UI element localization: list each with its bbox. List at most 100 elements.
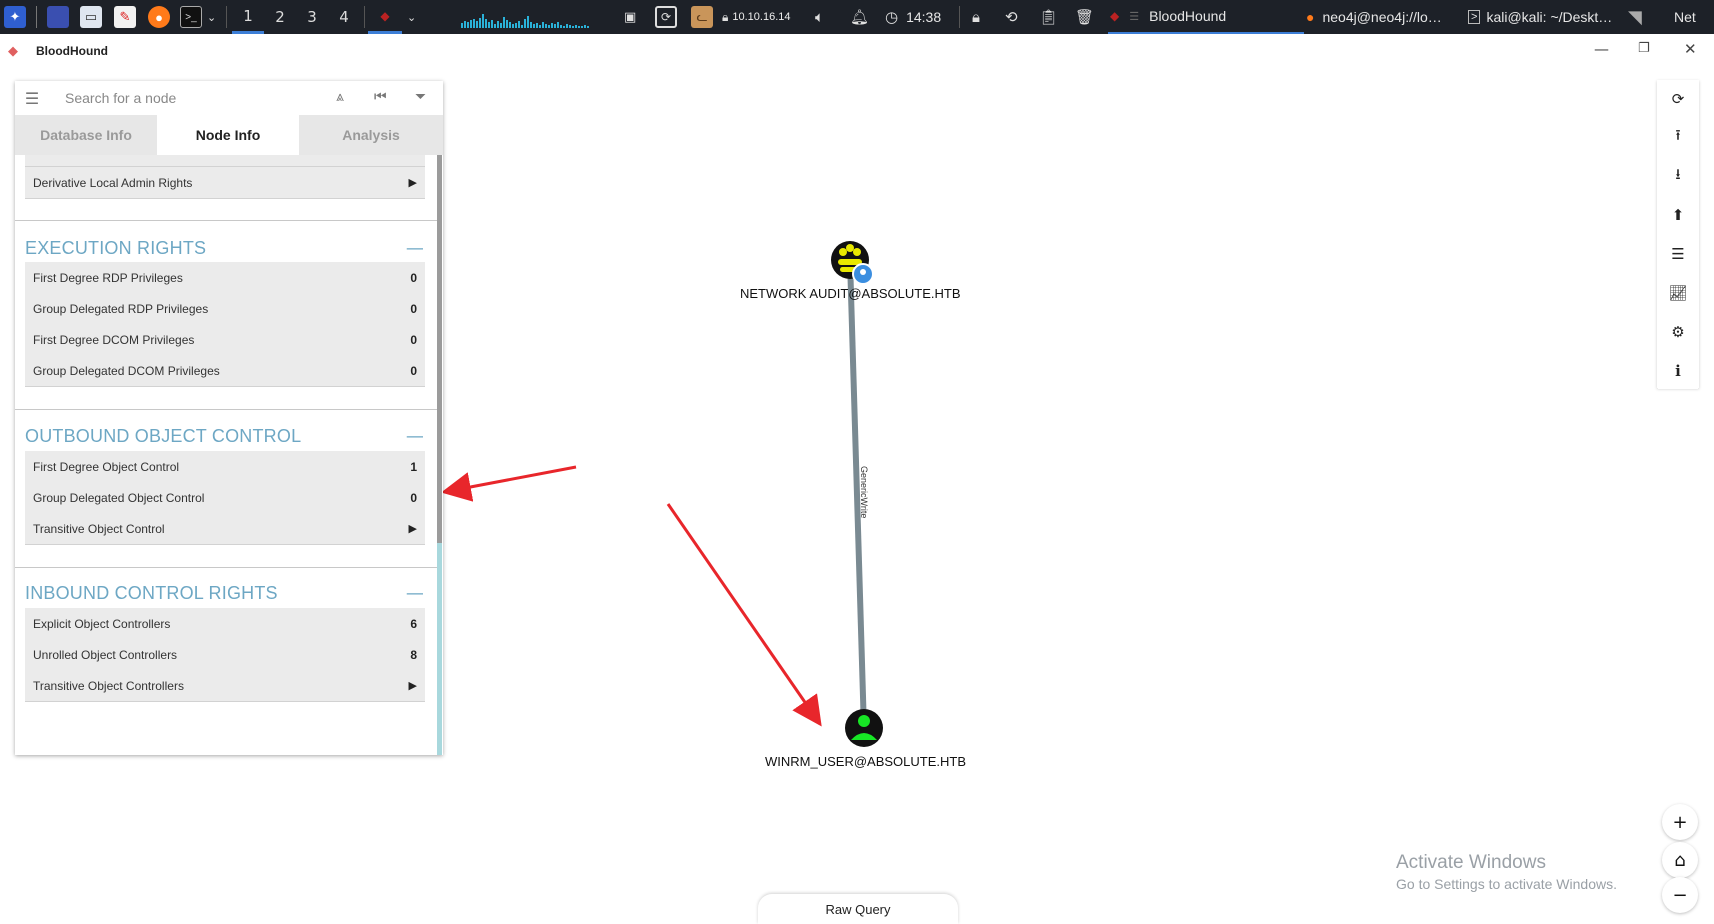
user-node-winrm-user[interactable] [845, 709, 883, 747]
minimize-icon[interactable]: — [1594, 40, 1609, 58]
download-icon[interactable]: ⭳ [1658, 158, 1698, 194]
menu-icon[interactable]: ☰ [15, 89, 49, 108]
search-bar: ☰ ⩓ ⏮︎ ⏷ [15, 81, 443, 115]
window-title: BloodHound [1149, 8, 1227, 24]
row-transitive-object-controllers[interactable]: Transitive Object Controllers ▶ [25, 670, 425, 702]
scrollbar-thumb[interactable] [437, 155, 442, 543]
notification-bell-icon[interactable]: 🔔︎ [850, 0, 869, 34]
chart-icon[interactable]: 📈︎ [1658, 275, 1698, 311]
filter-icon[interactable]: ⏷ [415, 89, 426, 105]
text-editor-icon: ✎ [114, 6, 136, 28]
edge-label-genericwrite[interactable]: GenericWrite [859, 466, 869, 518]
lock-small-icon: 🔒︎ [722, 9, 729, 24]
row-explicit-object-controllers[interactable]: Explicit Object Controllers 6 [25, 608, 425, 640]
watermark-line-2: Go to Settings to activate Windows. [1396, 876, 1617, 892]
row-first-degree-rdp[interactable]: First Degree RDP Privileges 0 [25, 262, 425, 294]
taskbar: ✦ ▭ ✎ ● >_ ⌄ 1 2 3 4 ◆ ⌄ ▣ ⟳ ᓚ 🔒︎ 10.10.… [0, 0, 1714, 34]
row-group-delegated-object-control[interactable]: Group Delegated Object Control 0 [25, 482, 425, 514]
wifi-off-icon: ◥ [1628, 6, 1642, 28]
wifi-indicator[interactable]: ◥ [1628, 0, 1642, 34]
taskbar-window-bloodhound[interactable]: ◆ ☰ BloodHound [1108, 0, 1304, 34]
show-desktop-button[interactable] [47, 0, 69, 34]
terminal-icon: >_ [180, 6, 202, 28]
firefox-launcher[interactable]: ● [148, 0, 170, 34]
close-icon[interactable]: ✕ [1684, 40, 1697, 58]
row-label: Transitive Object Controllers [33, 678, 184, 693]
row-group-delegated-rdp[interactable]: Group Delegated RDP Privileges 0 [25, 293, 425, 325]
update-button[interactable]: ⟳ [655, 0, 677, 34]
vpn-ip: 10.10.16.14 [732, 11, 791, 23]
desktop-icon [47, 6, 69, 28]
lock-screen-icon[interactable]: 🔒︎ [972, 0, 980, 34]
cat-app-launcher[interactable]: ᓚ [691, 0, 713, 34]
row-unrolled-object-controllers[interactable]: Unrolled Object Controllers 8 [25, 639, 425, 671]
settings-icon[interactable]: ⚙︎ [1658, 314, 1698, 350]
restore-icon[interactable]: ❐ [1638, 41, 1650, 56]
upload-icon[interactable]: ⭱ [1658, 119, 1698, 155]
terminal-launcher[interactable]: >_ [180, 0, 202, 34]
workspace-dropdown-icon[interactable]: ⌄ [407, 0, 416, 34]
workspace-3[interactable]: 3 [296, 0, 328, 34]
launcher-dropdown-icon[interactable]: ⌄ [207, 0, 216, 34]
back-icon[interactable]: ⏮︎ [374, 89, 387, 105]
trash-icon[interactable]: 🗑︎ [1075, 0, 1094, 34]
tab-analysis[interactable]: Analysis [299, 115, 443, 155]
row-derivative-local-admin[interactable]: Derivative Local Admin Rights ▶ [25, 167, 425, 199]
raw-query-toggle[interactable]: Raw Query [758, 894, 958, 924]
pathfinding-icon[interactable]: ⩓ [336, 89, 344, 105]
bloodhound-logo-icon: ◆ [8, 43, 18, 58]
taskbar-window-firefox[interactable]: ● neo4j@neo4j://lo… [1306, 0, 1442, 34]
workspace-4[interactable]: 4 [328, 0, 360, 34]
screenshot-icon[interactable]: ▣ [624, 0, 636, 34]
zoom-out-button[interactable]: − [1662, 877, 1698, 913]
node-info-content: Derivative Local Admin Rights ▶ EXECUTIO… [15, 155, 443, 755]
row-count: 8 [410, 647, 417, 662]
collapse-icon[interactable]: — [405, 426, 425, 447]
workspace-2[interactable]: 2 [264, 0, 296, 34]
section-header-execution-rights[interactable]: EXECUTION RIGHTS — [25, 233, 425, 263]
upload-circle-icon[interactable]: ⬆︎ [1658, 197, 1698, 233]
row-count: 0 [410, 270, 417, 285]
firefox-icon: ● [148, 6, 170, 28]
kali-menu-button[interactable]: ✦ [4, 0, 26, 34]
row-transitive-object-control[interactable]: Transitive Object Control ▶ [25, 513, 425, 545]
queries-icon[interactable]: ☰ [1658, 236, 1698, 272]
clock-time: 14:38 [906, 9, 942, 25]
row-group-delegated-dcom[interactable]: Group Delegated DCOM Privileges 0 [25, 355, 425, 387]
row-first-degree-object-control[interactable]: First Degree Object Control 1 [25, 451, 425, 483]
node-label-network-audit[interactable]: NETWORK AUDIT@ABSOLUTE.HTB [740, 286, 961, 301]
workspace-1[interactable]: 1 [232, 0, 264, 34]
tab-node-info[interactable]: Node Info [157, 115, 299, 155]
file-manager-launcher[interactable]: ▭ [80, 0, 102, 34]
logout-icon[interactable]: ⟲ [1005, 0, 1018, 34]
collapse-icon[interactable]: — [405, 583, 425, 604]
group-node-network-audit[interactable] [831, 241, 874, 285]
clipboard-icon[interactable]: 📋︎ [1039, 0, 1058, 34]
row-label: Derivative Local Admin Rights [33, 175, 193, 190]
node-label-winrm-user[interactable]: WINRM_USER@ABSOLUTE.HTB [765, 754, 966, 769]
clock[interactable]: ◷ 14:38 [885, 0, 941, 34]
annotation-arrow-to-object-control [441, 465, 577, 502]
section-header-outbound-object-control[interactable]: OUTBOUND OBJECT CONTROL — [25, 421, 425, 451]
collapse-icon[interactable]: — [405, 238, 425, 259]
info-icon[interactable]: i [1658, 353, 1698, 389]
text-editor-launcher[interactable]: ✎ [114, 0, 136, 34]
row-label: First Degree RDP Privileges [33, 270, 183, 285]
volume-icon[interactable]: 🔈︎ [815, 0, 824, 34]
row-label: Explicit Object Controllers [33, 616, 171, 631]
row-first-degree-dcom[interactable]: First Degree DCOM Privileges 0 [25, 324, 425, 356]
taskbar-window-terminal[interactable]: > kali@kali: ~/Deskt… [1468, 0, 1612, 34]
bloodhound-mini-icon: ◆ [380, 8, 390, 23]
zoom-in-button[interactable]: + [1662, 804, 1698, 840]
search-input[interactable] [65, 83, 335, 113]
tab-database-info[interactable]: Database Info [15, 115, 157, 155]
section-divider [15, 220, 437, 221]
clock-icon: ◷ [885, 8, 899, 26]
section-header-inbound-control-rights[interactable]: INBOUND CONTROL RIGHTS — [25, 578, 425, 608]
refresh-icon[interactable]: ⟳ [1658, 81, 1698, 117]
home-button[interactable]: ⌂ [1662, 842, 1698, 878]
workspace-window-preview[interactable]: ◆ [368, 0, 402, 34]
list-item-hidden[interactable] [25, 155, 425, 167]
firefox-small-icon: ● [1306, 9, 1315, 25]
panel-tabs: Database Info Node Info Analysis [15, 115, 443, 155]
